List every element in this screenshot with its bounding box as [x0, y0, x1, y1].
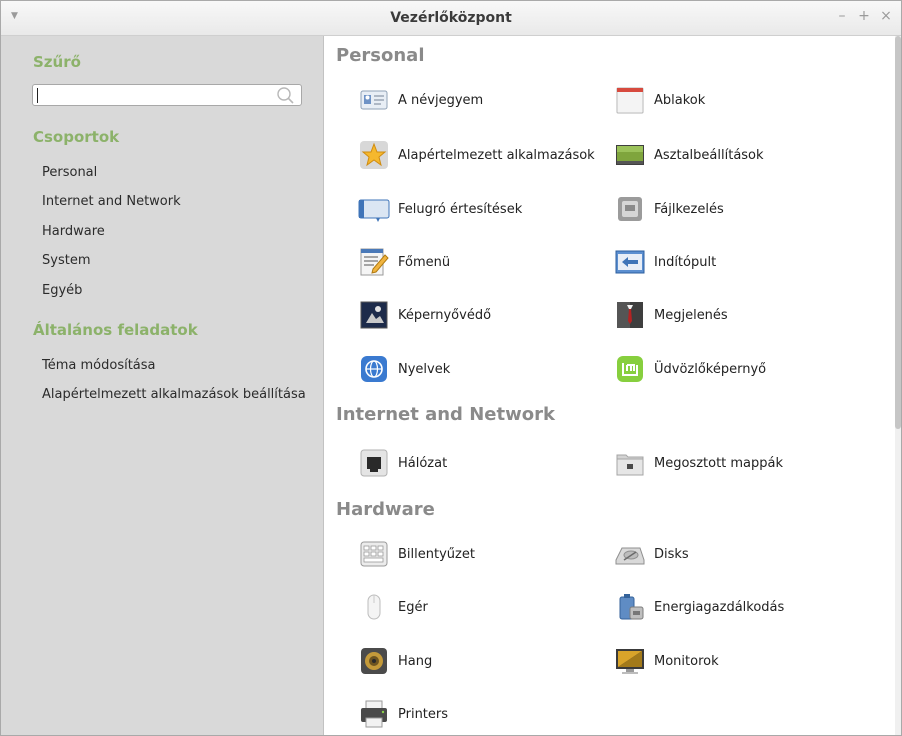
search-input[interactable] — [37, 87, 271, 105]
scrollbar-thumb[interactable] — [895, 36, 901, 429]
item-monitors[interactable]: Monitorok — [614, 645, 719, 677]
item-label: Ablakok — [654, 92, 706, 108]
monitors-icon — [616, 649, 644, 674]
maximize-button[interactable]: + — [857, 8, 871, 24]
panel-icon — [615, 250, 645, 274]
disks-icon — [615, 547, 645, 565]
main-menu-icon — [360, 248, 389, 276]
item-label: Főmenü — [398, 254, 451, 270]
printer-icon — [361, 700, 387, 728]
item-screensaver[interactable]: Képernyővédő — [358, 299, 491, 331]
item-power[interactable]: Energiagazdálkodás — [614, 591, 784, 623]
item-label: Nyelvek — [398, 361, 451, 377]
item-default-apps[interactable]: Alapértelmezett alkalmazások — [358, 139, 595, 171]
item-label: Energiagazdálkodás — [654, 599, 785, 615]
group-system[interactable]: System — [42, 253, 90, 268]
section-internet-network: Internet and Network — [336, 404, 555, 425]
search-field[interactable] — [32, 84, 302, 106]
item-label: Hang — [398, 653, 433, 669]
item-label: Printers — [398, 706, 449, 722]
item-label: Asztalbeállítások — [654, 147, 764, 163]
content-pane: Personal A névjegyem Ablakok Alapértelme… — [324, 36, 895, 735]
item-network[interactable]: Hálózat — [358, 447, 447, 479]
group-personal[interactable]: Personal — [42, 165, 97, 180]
appearance-icon — [617, 302, 643, 328]
content-scrollbar[interactable] — [895, 36, 901, 735]
control-center-window: ▼ Vezérlőközpont – + × Szűrő Csoportok P… — [0, 0, 902, 736]
item-desktop-settings[interactable]: Asztalbeállítások — [614, 139, 764, 171]
item-printers[interactable]: Printers — [358, 698, 448, 730]
item-label: Hálózat — [398, 455, 448, 471]
group-other[interactable]: Egyéb — [42, 283, 82, 298]
power-icon — [619, 594, 644, 620]
screensaver-icon — [360, 301, 388, 329]
file-management-icon — [618, 197, 642, 221]
title-bar[interactable]: ▼ Vezérlőközpont – + × — [1, 1, 901, 36]
search-icon[interactable] — [275, 86, 295, 104]
item-file-management[interactable]: Fájlkezelés — [614, 193, 724, 225]
windows-icon — [616, 87, 644, 114]
item-appearance[interactable]: Megjelenés — [614, 299, 728, 331]
item-label: Billentyűzet — [398, 546, 475, 562]
item-shared-folders[interactable]: Megosztott mappák — [614, 447, 783, 479]
item-notifications[interactable]: Felugró értesítések — [358, 193, 522, 225]
item-panel[interactable]: Indítópult — [614, 246, 716, 278]
item-label: Fájlkezelés — [654, 201, 724, 217]
default-apps-icon — [360, 141, 388, 169]
item-label: Monitorok — [654, 653, 719, 669]
sound-icon — [361, 648, 387, 674]
item-label: Disks — [654, 546, 689, 562]
item-label: Egér — [398, 599, 428, 615]
item-mouse[interactable]: Egér — [358, 591, 428, 623]
task-default-apps[interactable]: Alapértelmezett alkalmazások beállítása — [42, 387, 306, 402]
item-label: Alapértelmezett alkalmazások — [398, 147, 595, 163]
task-change-theme[interactable]: Téma módosítása — [42, 358, 156, 373]
section-personal: Personal — [336, 45, 425, 66]
item-label: A névjegyem — [398, 92, 484, 108]
item-label: Megosztott mappák — [654, 455, 784, 471]
item-label: Üdvözlőképernyő — [654, 361, 767, 377]
item-login-window[interactable]: Üdvözlőképernyő — [614, 353, 766, 385]
window-title: Vezérlőközpont — [390, 10, 512, 26]
item-label: Indítópult — [654, 254, 717, 270]
item-keyboard[interactable]: Billentyűzet — [358, 538, 475, 570]
desktop-settings-icon — [616, 145, 644, 165]
item-label: Képernyővédő — [398, 307, 492, 323]
sidebar: Szűrő Csoportok Personal Internet and Ne… — [1, 36, 324, 735]
about-me-icon — [360, 90, 388, 110]
tasks-heading: Általános feladatok — [33, 321, 198, 339]
minimize-button[interactable]: – — [835, 8, 849, 24]
mouse-icon — [367, 594, 381, 620]
item-label: Megjelenés — [654, 307, 728, 323]
groups-heading: Csoportok — [33, 128, 120, 146]
item-about-me[interactable]: A névjegyem — [358, 84, 483, 116]
keyboard-icon — [360, 541, 388, 567]
item-label: Felugró értesítések — [398, 201, 523, 217]
group-hardware[interactable]: Hardware — [42, 224, 105, 239]
login-window-icon — [617, 356, 643, 382]
notifications-icon — [358, 199, 390, 222]
close-button[interactable]: × — [879, 8, 893, 24]
section-hardware: Hardware — [336, 499, 435, 520]
item-sound[interactable]: Hang — [358, 645, 432, 677]
filter-heading: Szűrő — [33, 53, 81, 71]
item-main-menu[interactable]: Főmenü — [358, 246, 450, 278]
languages-icon — [361, 356, 387, 382]
item-disks[interactable]: Disks — [614, 538, 689, 570]
group-internet-network[interactable]: Internet and Network — [42, 194, 181, 209]
shared-folders-icon — [616, 454, 644, 476]
item-windows[interactable]: Ablakok — [614, 84, 705, 116]
network-icon — [360, 449, 388, 477]
item-languages[interactable]: Nyelvek — [358, 353, 450, 385]
